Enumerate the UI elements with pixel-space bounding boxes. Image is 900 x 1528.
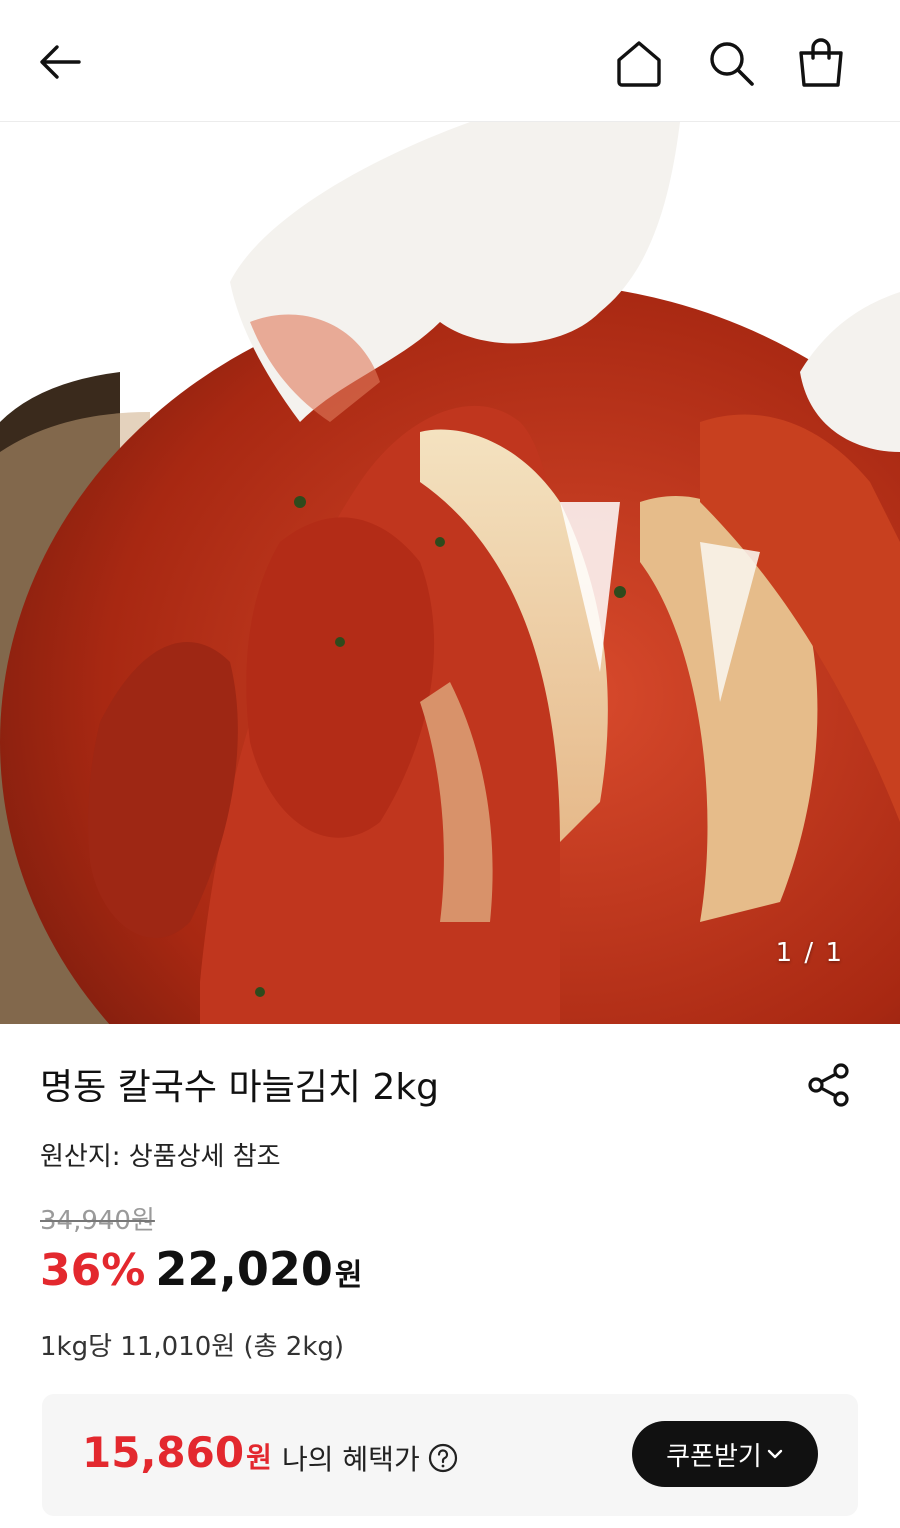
search-icon	[710, 42, 754, 86]
product-info: 명동 칼국수 마늘김치 2kg 원산지: 상품상세 참조 34,940원 36%…	[0, 1024, 900, 1528]
chevron-down-icon	[766, 1445, 784, 1463]
share-icon	[808, 1063, 849, 1107]
home-button[interactable]	[606, 30, 672, 96]
benefit-price-unit: 원	[246, 1441, 272, 1474]
share-button[interactable]	[800, 1056, 858, 1114]
search-button[interactable]	[698, 30, 764, 96]
benefit-label: 나의 혜택가	[282, 1438, 458, 1478]
back-button[interactable]	[28, 30, 92, 94]
product-title: 명동 칼국수 마늘김치 2kg	[40, 1067, 440, 1108]
sale-price: 22,020	[155, 1242, 333, 1296]
benefit-price: 15,860 원	[82, 1428, 272, 1477]
top-navigation-bar	[0, 0, 900, 122]
coupon-button-label: 쿠폰받기	[666, 1441, 762, 1472]
question-circle-icon[interactable]	[428, 1443, 458, 1473]
benefit-label-text: 나의 혜택가	[282, 1443, 420, 1476]
kimchi-photo	[0, 122, 900, 1024]
benefit-price-box: 15,860 원 나의 혜택가 쿠폰받기	[42, 1394, 858, 1516]
shopping-bag-button[interactable]	[788, 30, 854, 96]
sale-price-unit: 원	[334, 1258, 363, 1293]
original-price: 34,940원	[40, 1206, 155, 1236]
arrow-left-icon	[40, 45, 81, 79]
image-page-indicator: 1 / 1	[775, 938, 844, 968]
home-icon	[617, 41, 661, 87]
origin-text: 원산지: 상품상세 참조	[40, 1142, 281, 1172]
price-row: 36% 22,020 원	[40, 1242, 362, 1296]
discount-rate: 36%	[40, 1245, 146, 1296]
benefit-price-value: 15,860	[82, 1428, 245, 1477]
coupon-button[interactable]: 쿠폰받기	[632, 1421, 818, 1487]
shopping-bag-icon	[799, 38, 843, 87]
product-image[interactable]: 1 / 1	[0, 122, 900, 1024]
unit-price: 1kg당 11,010원 (총 2kg)	[40, 1332, 345, 1362]
